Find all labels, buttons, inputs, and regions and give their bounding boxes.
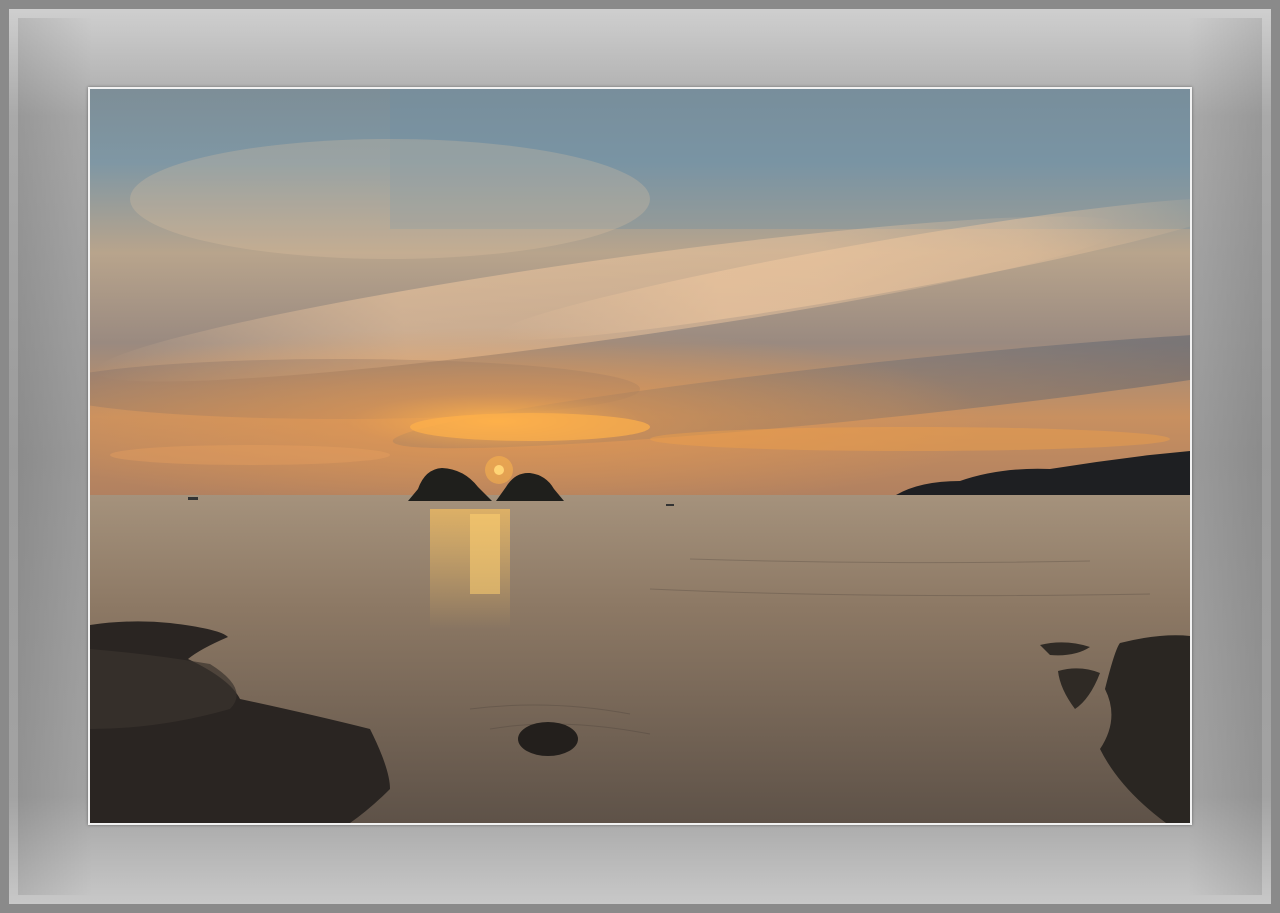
sun-reflection-core <box>470 514 500 594</box>
cloud-streak <box>130 139 650 259</box>
sunset-photo <box>88 87 1192 825</box>
sun-glow <box>90 289 1190 499</box>
sunset-scene <box>90 89 1190 823</box>
sun-halo <box>485 456 513 484</box>
distant-boat <box>666 504 674 506</box>
orange-cloud <box>650 427 1170 451</box>
rock-center <box>518 722 578 756</box>
distant-boat <box>188 497 198 500</box>
orange-cloud <box>410 413 650 441</box>
orange-cloud <box>110 445 390 465</box>
